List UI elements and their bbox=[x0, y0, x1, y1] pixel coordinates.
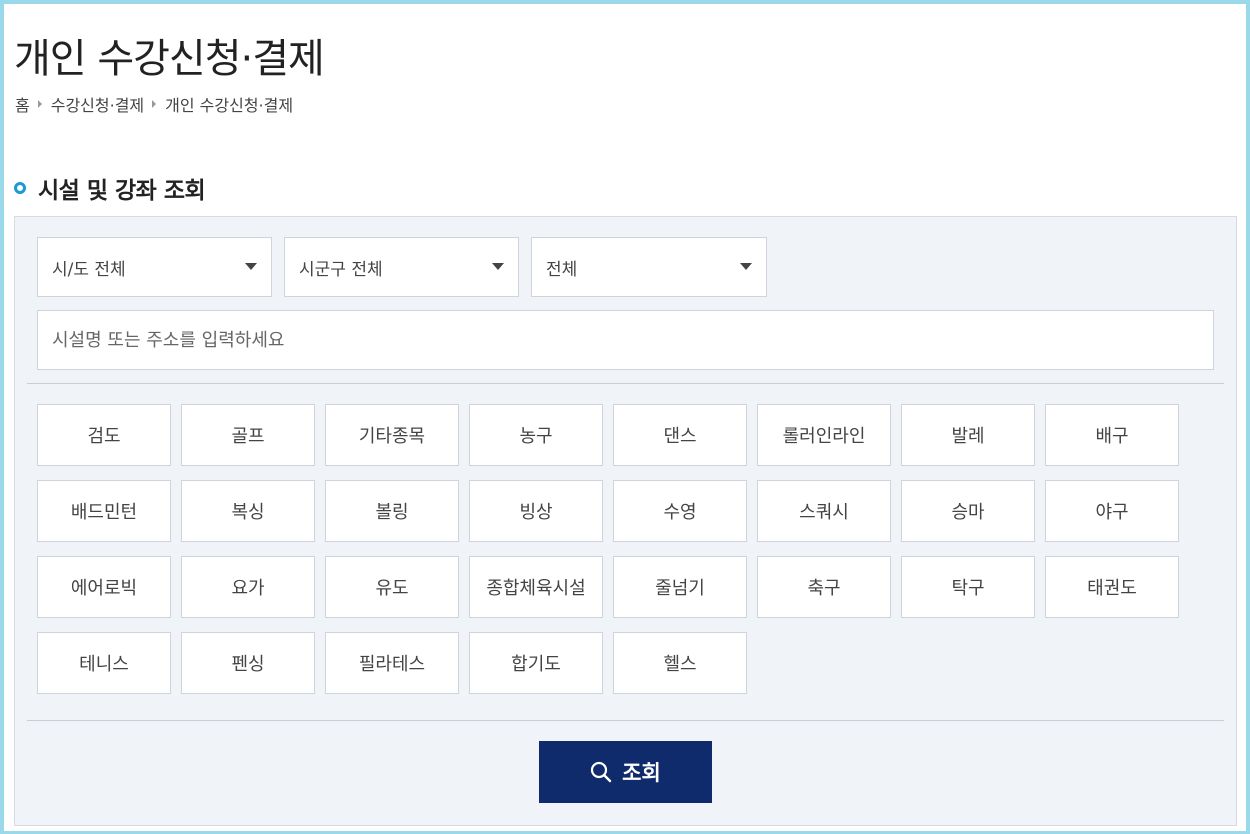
sport-category-button[interactable]: 합기도 bbox=[469, 632, 603, 694]
sport-category-button[interactable]: 볼링 bbox=[325, 480, 459, 542]
sport-category-button[interactable]: 롤러인라인 bbox=[757, 404, 891, 466]
sport-category-button[interactable]: 필라테스 bbox=[325, 632, 459, 694]
sport-category-button[interactable]: 줄넘기 bbox=[613, 556, 747, 618]
section-header: 시설 및 강좌 조회 bbox=[14, 171, 206, 205]
sport-category-button[interactable]: 승마 bbox=[901, 480, 1035, 542]
sport-category-button[interactable]: 축구 bbox=[757, 556, 891, 618]
breadcrumb-home[interactable]: 홈 bbox=[15, 92, 30, 116]
divider bbox=[27, 720, 1224, 721]
region-select-value: 시/도 전체 bbox=[52, 259, 126, 280]
sport-category-grid: 검도 골프 기타종목 농구 댄스 롤러인라인 발레 배구배드민턴 복싱 볼링 빙상 수영 스쿼시 승마 야구… bbox=[37, 404, 1187, 694]
sport-category-button[interactable]: 테니스 bbox=[37, 632, 171, 694]
circle-bullet-icon bbox=[14, 182, 26, 194]
chevron-down-icon bbox=[492, 263, 504, 270]
sport-category-button[interactable]: 골프 bbox=[181, 404, 315, 466]
sport-category-button[interactable]: 야구 bbox=[1045, 480, 1179, 542]
district-select-value: 시군구 전체 bbox=[299, 259, 383, 280]
sport-category-button[interactable]: 농구 bbox=[469, 404, 603, 466]
sport-category-button[interactable]: 탁구 bbox=[901, 556, 1035, 618]
breadcrumb-separator-icon bbox=[37, 100, 42, 108]
sport-category-button[interactable]: 검도 bbox=[37, 404, 171, 466]
sport-category-button[interactable]: 에어로빅 bbox=[37, 556, 171, 618]
sport-category-button[interactable]: 기타종목 bbox=[325, 404, 459, 466]
section-title: 시설 및 강좌 조회 bbox=[38, 178, 206, 204]
breadcrumb-current[interactable]: 개인 수강신청·결제 bbox=[165, 92, 293, 116]
breadcrumb-separator-icon bbox=[152, 100, 157, 108]
region-select[interactable]: 시/도 전체 bbox=[37, 237, 272, 297]
sport-category-button[interactable]: 발레 bbox=[901, 404, 1035, 466]
district-select[interactable]: 시군구 전체 bbox=[284, 237, 519, 297]
sport-category-button[interactable]: 복싱 bbox=[181, 480, 315, 542]
search-icon bbox=[591, 761, 612, 783]
sport-category-button[interactable]: 배구 bbox=[1045, 404, 1179, 466]
sport-category-button[interactable]: 헬스 bbox=[613, 632, 747, 694]
search-input[interactable] bbox=[37, 310, 1214, 370]
search-submit-label: 조회 bbox=[622, 761, 661, 785]
sport-category-button[interactable]: 수영 bbox=[613, 480, 747, 542]
sport-category-button[interactable]: 배드민턴 bbox=[37, 480, 171, 542]
type-select[interactable]: 전체 bbox=[531, 237, 767, 297]
sport-category-button[interactable]: 댄스 bbox=[613, 404, 747, 466]
sport-category-button[interactable]: 종합체육시설 bbox=[469, 556, 603, 618]
sport-category-button[interactable]: 빙상 bbox=[469, 480, 603, 542]
breadcrumb-enrollment[interactable]: 수강신청·결제 bbox=[51, 92, 144, 116]
sport-category-button[interactable]: 태권도 bbox=[1045, 556, 1179, 618]
search-panel: 시/도 전체 시군구 전체 전체 검도골프기타종목농구댄스롤러인라인발레배구배드… bbox=[14, 216, 1237, 826]
chevron-down-icon bbox=[245, 263, 257, 270]
sport-category-button[interactable]: 펜싱 bbox=[181, 632, 315, 694]
sport-category-button[interactable]: 요가 bbox=[181, 556, 315, 618]
chevron-down-icon bbox=[740, 263, 752, 270]
breadcrumb: 홈 수강신청·결제 개인 수강신청·결제 bbox=[15, 92, 293, 116]
search-submit-button[interactable]: 조회 bbox=[539, 741, 712, 803]
divider bbox=[27, 383, 1224, 384]
type-select-value: 전체 bbox=[546, 259, 578, 280]
sport-category-button[interactable]: 스쿼시 bbox=[757, 480, 891, 542]
page-title: 개인 수강신청·결제 bbox=[14, 36, 325, 82]
sport-category-button[interactable]: 유도 bbox=[325, 556, 459, 618]
